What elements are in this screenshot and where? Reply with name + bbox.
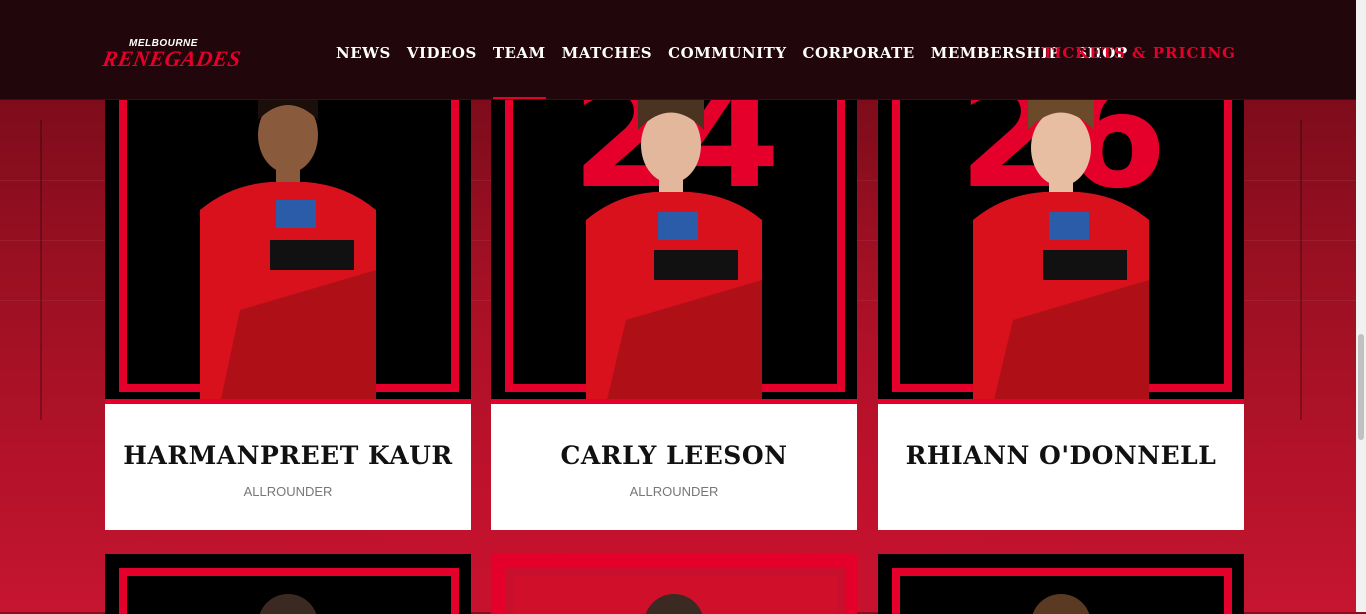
top-navigation: MELBOURNE RENEGADES NEWS VIDEOS TEAM MAT… [0, 0, 1356, 100]
player-role: ALLROUNDER [243, 484, 333, 499]
tickets-pricing-link[interactable]: TICKETS & PRICING [1042, 44, 1236, 62]
nav-item-matches[interactable]: MATCHES [562, 44, 652, 62]
renegades-logo[interactable]: MELBOURNE RENEGADES [101, 38, 243, 78]
player-silhouette [200, 100, 376, 404]
player-info: HARMANPREET KAUR ALLROUNDER [105, 404, 471, 530]
page-scrollbar[interactable] [1356, 0, 1366, 612]
player-photo [105, 100, 471, 404]
nav-item-membership[interactable]: MEMBERSHIP [931, 44, 1061, 62]
main-menu: NEWS VIDEOS TEAM MATCHES COMMUNITY CORPO… [336, 44, 1128, 99]
nav-item-corporate[interactable]: CORPORATE [803, 44, 915, 62]
player-name: RHIANN O'DONNELL [905, 441, 1217, 470]
nav-item-news[interactable]: NEWS [336, 44, 391, 62]
nav-item-community[interactable]: COMMUNITY [668, 44, 786, 62]
player-card[interactable]: 24 CARLY LEESON ALLROUNDER [491, 100, 857, 530]
player-role: ALLROUNDER [629, 484, 719, 499]
player-info: CARLY LEESON ALLROUNDER [491, 404, 857, 530]
player-card[interactable]: HARMANPREET KAUR ALLROUNDER [105, 100, 471, 530]
logo-main-text: RENEGADES [100, 46, 244, 71]
player-photo: 26 [878, 100, 1244, 404]
nav-item-videos[interactable]: VIDEOS [407, 44, 477, 62]
player-card[interactable] [878, 554, 1244, 614]
player-silhouette [586, 100, 762, 404]
player-card[interactable] [105, 554, 471, 614]
player-card[interactable]: 26 RHIANN O'DONNELL [878, 100, 1244, 530]
player-photo: 24 [491, 100, 857, 404]
player-silhouette [973, 100, 1149, 404]
scrollbar-thumb[interactable] [1358, 334, 1364, 440]
player-card[interactable] [491, 554, 857, 614]
nav-item-team[interactable]: TEAM [492, 44, 546, 99]
player-name: HARMANPREET KAUR [123, 441, 453, 470]
player-name: CARLY LEESON [560, 441, 788, 470]
player-info: RHIANN O'DONNELL [878, 404, 1244, 530]
